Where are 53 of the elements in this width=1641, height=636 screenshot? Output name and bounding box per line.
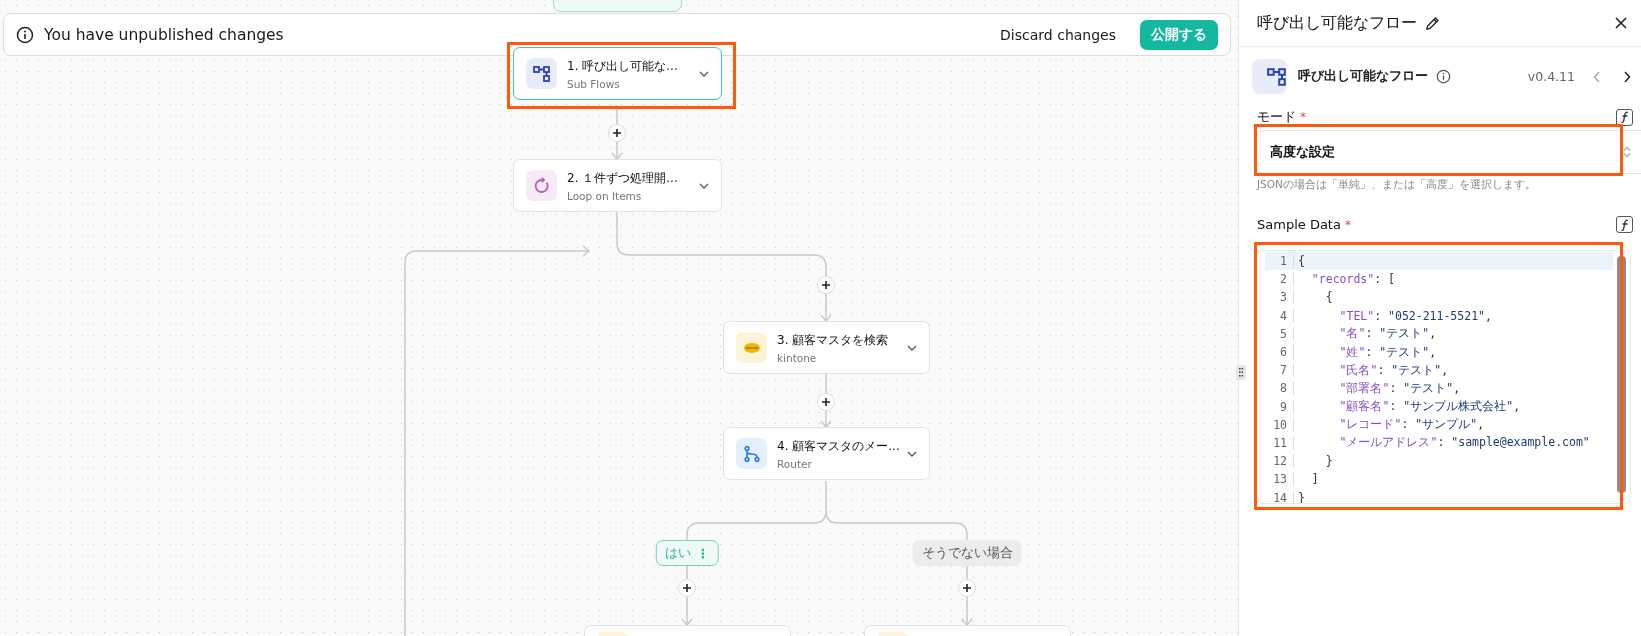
step-type: Router bbox=[777, 457, 813, 470]
line-number: 10 bbox=[1265, 417, 1294, 432]
code-line: "メールアドレス": "sample@example.com" bbox=[1338, 435, 1590, 451]
required-mark: * bbox=[1344, 217, 1351, 232]
required-mark: * bbox=[1300, 110, 1306, 124]
branch-name: そうでない場合 bbox=[921, 544, 1013, 562]
line-number: 7 bbox=[1265, 363, 1294, 378]
line-number: 14 bbox=[1265, 490, 1294, 503]
code-line: "レコード": "サンプル", bbox=[1338, 417, 1485, 433]
line-number: 1 bbox=[1265, 254, 1294, 269]
code-line: } bbox=[1297, 490, 1305, 503]
line-number: 6 bbox=[1265, 345, 1294, 360]
line-number: 8 bbox=[1265, 381, 1294, 396]
step-type: Sub Flows bbox=[567, 77, 621, 90]
line-number: 9 bbox=[1265, 399, 1294, 414]
step-type: kintone bbox=[777, 351, 818, 364]
code-line: "部署名": "テスト", bbox=[1338, 380, 1461, 396]
line-number: 13 bbox=[1265, 472, 1294, 487]
code-line: "records": [ bbox=[1310, 272, 1395, 287]
code-line: ] bbox=[1310, 472, 1319, 487]
line-number: 5 bbox=[1265, 326, 1294, 341]
code-line: "氏名": "テスト", bbox=[1338, 362, 1449, 378]
step-node[interactable]: 4. 顧客マスタのメー... Router bbox=[723, 427, 930, 480]
code-line: "顧客名": "サンプル株式会社", bbox=[1338, 399, 1521, 415]
help-text: JSONの場合は「単純」、または「高度」を選択します。 bbox=[1255, 177, 1537, 192]
step-title: 4. 顧客マスタのメー... bbox=[777, 437, 897, 455]
line-number: 11 bbox=[1265, 435, 1294, 450]
code-line: { bbox=[1297, 254, 1305, 269]
step-title: 3. 顧客マスタを検索 bbox=[777, 331, 890, 349]
code-line: "TEL": "052-211-5521", bbox=[1338, 308, 1492, 323]
line-number: 4 bbox=[1265, 308, 1294, 323]
step-node[interactable]: 2. １件ずつ処理開... Loop on Items bbox=[513, 159, 722, 212]
step-type: Loop on Items bbox=[567, 189, 643, 202]
panel-title: 呼び出し可能なフロー bbox=[1257, 12, 1417, 34]
line-number: 2 bbox=[1265, 272, 1294, 287]
code-line: { bbox=[1324, 290, 1333, 305]
field-label: モード bbox=[1257, 108, 1296, 126]
banner-message: You have unpublished changes bbox=[44, 25, 284, 44]
code-line: "姓": "テスト", bbox=[1338, 344, 1437, 360]
version-label: v0.4.11 bbox=[1527, 69, 1575, 84]
field-label: Sample Data bbox=[1257, 217, 1341, 232]
step-node[interactable]: 1. 呼び出し可能な... Sub Flows bbox=[513, 47, 722, 100]
branch-label[interactable]: そうでない場合 bbox=[912, 540, 1022, 566]
discard-changes-button[interactable]: Discard changes bbox=[994, 22, 1122, 47]
code-line: "名": "テスト", bbox=[1338, 326, 1437, 342]
step-title: 1. 呼び出し可能な... bbox=[567, 57, 679, 75]
line-number: 3 bbox=[1265, 290, 1294, 305]
step-title: 2. １件ずつ処理開... bbox=[567, 169, 679, 187]
app-name: 呼び出し可能なフロー bbox=[1298, 68, 1428, 85]
line-number: 12 bbox=[1265, 454, 1294, 469]
branch-name: はい bbox=[664, 544, 691, 562]
code-line: } bbox=[1324, 454, 1333, 469]
step-node[interactable]: 3. 顧客マスタを検索 kintone bbox=[723, 321, 930, 374]
